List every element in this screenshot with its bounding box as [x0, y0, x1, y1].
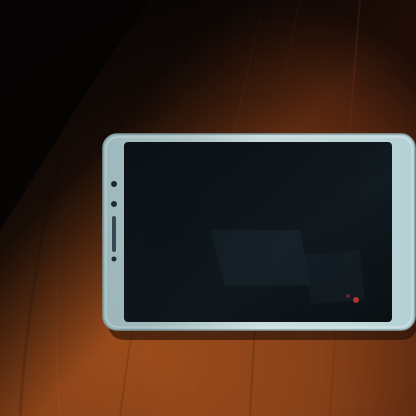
photo-scene [0, 0, 416, 416]
photo-canvas [0, 0, 416, 416]
film-grain [0, 0, 416, 416]
